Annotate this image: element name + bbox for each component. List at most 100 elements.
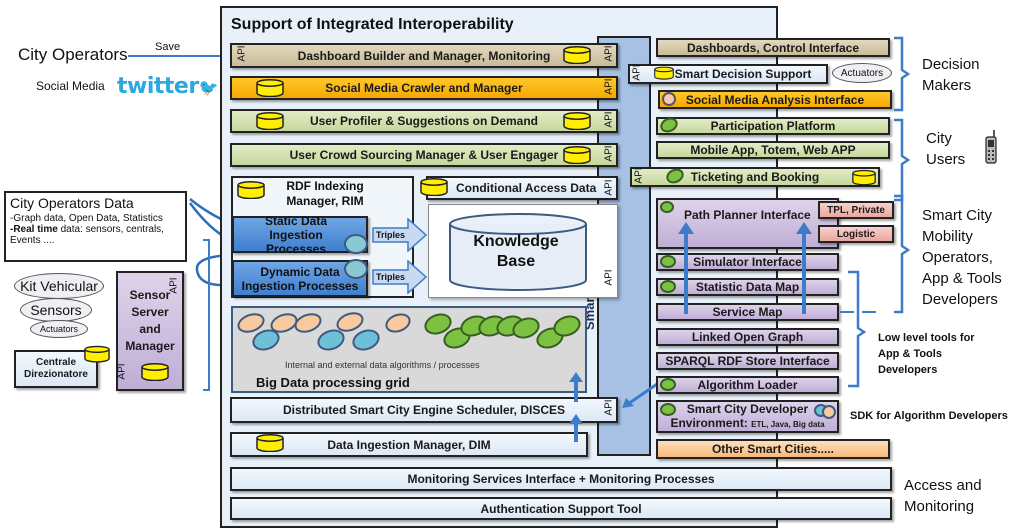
- social-media-label: Social Media: [36, 79, 105, 93]
- database-icon: [563, 46, 591, 64]
- path-planner-arrows: [678, 222, 812, 314]
- database-icon: [563, 112, 591, 130]
- dev-env-line1: Smart City Developer: [686, 401, 809, 416]
- mobile-phone-icon: [985, 130, 997, 164]
- operators-data-line2-rest: data: sensors, centrals,: [57, 224, 164, 235]
- actuators-cloud: Actuators: [832, 63, 892, 83]
- database-icon: [237, 181, 265, 199]
- sensor-server-label: Sensor Server and Manager: [125, 288, 175, 353]
- bar-label: Conditional Access Data: [456, 181, 597, 195]
- low-level-brace: [840, 270, 876, 388]
- dashboard-builder-bar[interactable]: Dashboard Builder and Manager, Monitorin…: [230, 43, 618, 68]
- bar-label: TPL, Private: [827, 204, 885, 216]
- sensors-cloud: Sensors: [20, 298, 92, 322]
- twitter-text: twitter: [117, 74, 199, 99]
- api-tag: API: [603, 111, 615, 128]
- bar-label: Data Ingestion Manager, DIM: [327, 437, 491, 452]
- dashboards-control-bar[interactable]: Dashboards, Control Interface: [656, 38, 890, 57]
- logistic-box[interactable]: Logistic: [818, 225, 894, 243]
- participation-platform-bar[interactable]: Participation Platform: [656, 117, 890, 135]
- smart-city-developer-env[interactable]: Smart City Developer Environment: ETL, J…: [656, 400, 839, 433]
- dev-env-tools: ETL, Java, Big data: [751, 419, 825, 429]
- group-braces: [894, 36, 911, 314]
- bar-label: SPARQL RDF Store Interface: [665, 354, 830, 368]
- crowd-sourcing-bar[interactable]: User Crowd Sourcing Manager & User Engag…: [230, 143, 618, 167]
- api-tag: API: [603, 179, 615, 196]
- bar-label: User Crowd Sourcing Manager & User Engag…: [289, 148, 559, 162]
- kit-vehicular-cloud: Kit Vehicular: [14, 273, 104, 299]
- database-icon: [256, 112, 284, 130]
- sparql-rdf-store-bar[interactable]: SPARQL RDF Store Interface: [656, 352, 839, 370]
- bar-label: Logistic: [836, 228, 876, 240]
- social-media-analysis-bar[interactable]: Social Media Analysis Interface: [658, 90, 892, 109]
- api-tag: API: [603, 269, 615, 286]
- bar-label: Authentication Support Tool: [480, 501, 642, 516]
- other-smart-cities-bar[interactable]: Other Smart Cities.....: [656, 439, 890, 459]
- cloud-label: Kit Vehicular: [20, 278, 98, 294]
- api-tag: API: [603, 78, 615, 95]
- api-tag: API: [603, 45, 615, 62]
- city-users-label: City Users: [926, 130, 966, 168]
- bar-label: User Profiler & Suggestions on Demand: [309, 114, 539, 128]
- operators-data-line1: -Graph data, Open Data, Statistics: [10, 213, 163, 224]
- bar-label: Algorithm Loader: [697, 378, 798, 392]
- disces-scheduler[interactable]: Distributed Smart City Engine Scheduler,…: [230, 397, 618, 423]
- process-ellipse: [344, 234, 368, 254]
- tpl-private-box[interactable]: TPL, Private: [818, 201, 894, 219]
- database-icon: [141, 363, 169, 381]
- dev-env-environment: Environment:: [670, 415, 748, 430]
- mobility-operators-label: Smart City Mobility Operators, App & Too…: [922, 207, 1002, 308]
- big-data-grid-label: Big Data processing grid: [256, 375, 410, 390]
- bar-label: Mobile App, Totem, Web APP: [690, 143, 856, 157]
- database-icon: [654, 65, 674, 81]
- algorithm-loader-bar[interactable]: Algorithm Loader: [656, 376, 839, 394]
- api-tag: API: [631, 64, 643, 81]
- linked-open-graph-bar[interactable]: Linked Open Graph: [656, 328, 839, 346]
- bar-label: Linked Open Graph: [691, 330, 804, 344]
- triples-label: Triples: [376, 230, 406, 240]
- operators-data-line2: -Real time data: sensors, centrals,: [10, 224, 181, 235]
- mobile-app-bar[interactable]: Mobile App, Totem, Web APP: [656, 141, 890, 159]
- bar-label: Static Data Ingestion Processes: [264, 213, 328, 256]
- cloud-label: Actuators: [39, 324, 79, 334]
- cloud-label: Actuators: [840, 67, 884, 79]
- database-icon: [256, 79, 284, 97]
- access-monitoring-label: Access and Monitoring: [904, 477, 982, 515]
- api-tag: API: [168, 277, 180, 294]
- operators-data-realtime: -Real time: [10, 224, 58, 235]
- save-arrow: [128, 51, 232, 61]
- twitter-logo: twitter🐦: [117, 74, 219, 99]
- twitter-bird-icon: 🐦: [198, 78, 219, 97]
- process-ellipse: [660, 201, 674, 213]
- bar-label: Participation Platform: [710, 119, 836, 133]
- authentication-support-bar[interactable]: Authentication Support Tool: [230, 497, 892, 520]
- database-icon: [84, 345, 110, 363]
- operators-data-line3: Events ....: [10, 235, 55, 246]
- up-arrows: [569, 372, 583, 442]
- low-level-tools-label: Low level tools for App & Tools Develope…: [878, 332, 975, 376]
- bar-label: Distributed Smart City Engine Scheduler,…: [282, 403, 566, 417]
- api-tag: API: [116, 363, 128, 380]
- process-ellipse: [660, 378, 676, 391]
- database-icon: [852, 169, 876, 186]
- process-ellipse: [822, 405, 836, 419]
- api-tag: API: [236, 45, 248, 62]
- sdk-label: SDK for Algorithm Developers: [850, 410, 1008, 422]
- decision-makers-label: Decision Makers: [922, 56, 980, 94]
- process-ellipse: [344, 259, 368, 279]
- user-profiler-bar[interactable]: User Profiler & Suggestions on Demand: [230, 109, 618, 133]
- database-icon: [256, 434, 284, 452]
- conditional-access-data[interactable]: Conditional Access Data: [426, 176, 618, 200]
- bar-label: Social Media Crawler and Manager: [325, 81, 523, 95]
- social-media-crawler-bar[interactable]: Social Media Crawler and Manager: [230, 76, 618, 100]
- operators-data-title: City Operators Data: [10, 195, 134, 211]
- algorithms-caption: Internal and external data algorithms / …: [285, 360, 480, 370]
- database-icon: [563, 146, 591, 164]
- monitoring-services-bar[interactable]: Monitoring Services Interface + Monitori…: [230, 467, 892, 491]
- rdf-indexing-label: RDF Indexing Manager, RIM: [286, 179, 364, 208]
- bar-label: Monitoring Services Interface + Monitori…: [407, 472, 715, 486]
- process-ellipse: [660, 280, 676, 293]
- api-tag: API: [633, 167, 645, 184]
- process-ellipse: [660, 255, 676, 268]
- bar-label: Smart Decision Support: [674, 67, 812, 81]
